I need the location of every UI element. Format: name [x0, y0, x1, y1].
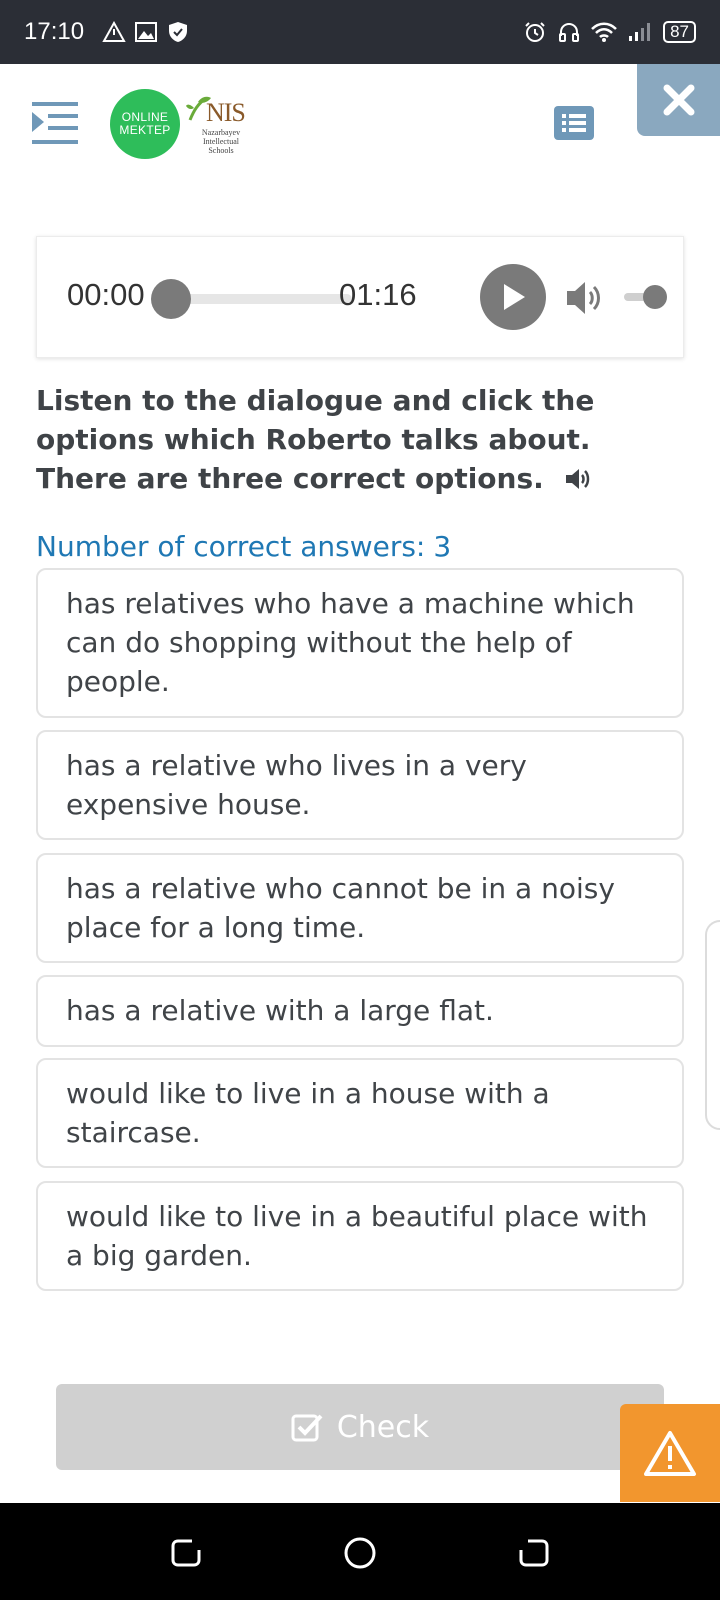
status-left-icons	[102, 20, 190, 44]
headset-icon	[559, 22, 580, 42]
recent-apps-icon[interactable]	[168, 1535, 204, 1571]
play-icon	[504, 284, 525, 310]
app-screen: 17:10 87 ONLINE MEKTEP NIS Nazarbayev In…	[0, 0, 720, 1600]
question-label: Listen to the dialogue and click the opt…	[36, 384, 595, 495]
list-button[interactable]	[554, 106, 594, 140]
audio-current-time: 00:00	[67, 277, 145, 312]
image-icon	[135, 22, 158, 42]
wifi-icon	[591, 22, 617, 42]
audio-player: 00:00 01:16	[36, 236, 684, 358]
audio-seek-track[interactable]	[172, 294, 352, 304]
delta-icon	[102, 21, 126, 42]
speaker-icon[interactable]	[564, 466, 594, 492]
audio-total-time: 01:16	[339, 277, 417, 312]
checkbox-icon	[291, 1414, 323, 1442]
answer-option[interactable]: has relatives who have a machine which c…	[36, 568, 684, 718]
answer-option[interactable]: has a relative who cannot be in a noisy …	[36, 853, 684, 963]
close-icon	[663, 84, 694, 116]
option-label: has relatives who have a machine which c…	[66, 587, 635, 698]
status-time: 17:10	[24, 18, 85, 45]
signal-icon	[629, 23, 651, 41]
back-icon[interactable]	[516, 1535, 552, 1571]
report-problem-button[interactable]	[620, 1404, 720, 1502]
status-right-icons: 87	[523, 20, 696, 44]
menu-icon[interactable]	[30, 100, 80, 150]
counter-label: Number of correct answers:	[36, 530, 426, 563]
answer-option[interactable]: would like to live in a house with a sta…	[36, 1058, 684, 1168]
answer-option[interactable]: has a relative who lives in a very expen…	[36, 730, 684, 840]
option-label: would like to live in a beautiful place …	[66, 1200, 648, 1272]
volume-thumb[interactable]	[643, 285, 667, 309]
option-label: has a relative who cannot be in a noisy …	[66, 872, 615, 944]
check-button[interactable]: Check	[56, 1384, 664, 1470]
audio-seek-thumb[interactable]	[151, 279, 191, 319]
logo-nis-subtitle: Nazarbayev Intellectual Schools	[201, 128, 241, 155]
nis-logo: NIS Nazarbayev Intellectual Schools	[184, 92, 254, 162]
battery-icon: 87	[663, 21, 696, 43]
question-text: Listen to the dialogue and click the opt…	[36, 381, 686, 498]
logo-nis-text: NIS	[206, 98, 246, 127]
list-icon	[562, 114, 586, 132]
option-label: has a relative with a large flat.	[66, 994, 494, 1027]
answer-option[interactable]: would like to live in a beautiful place …	[36, 1181, 684, 1291]
warning-icon	[644, 1431, 696, 1476]
option-label: has a relative who lives in a very expen…	[66, 749, 527, 821]
system-nav-bar	[0, 1503, 720, 1600]
correct-answers-counter: Number of correct answers: 3	[36, 530, 451, 563]
counter-value: 3	[433, 530, 452, 563]
close-button[interactable]	[637, 64, 720, 136]
side-panel-tab[interactable]	[705, 920, 720, 1130]
online-mektep-logo: ONLINE MEKTEP	[110, 89, 180, 159]
volume-icon[interactable]	[563, 276, 607, 320]
check-label: Check	[336, 1409, 430, 1445]
play-button[interactable]	[480, 264, 546, 330]
alarm-icon	[525, 22, 545, 42]
status-bar: 17:10 87	[0, 0, 720, 64]
app-header: ONLINE MEKTEP NIS Nazarbayev Intellectua…	[0, 64, 720, 174]
home-icon[interactable]	[342, 1535, 378, 1571]
logo-online-line2: MEKTEP	[119, 123, 171, 137]
answer-option[interactable]: has a relative with a large flat.	[36, 975, 684, 1047]
option-label: would like to live in a house with a sta…	[66, 1077, 550, 1149]
shield-icon	[169, 22, 188, 42]
